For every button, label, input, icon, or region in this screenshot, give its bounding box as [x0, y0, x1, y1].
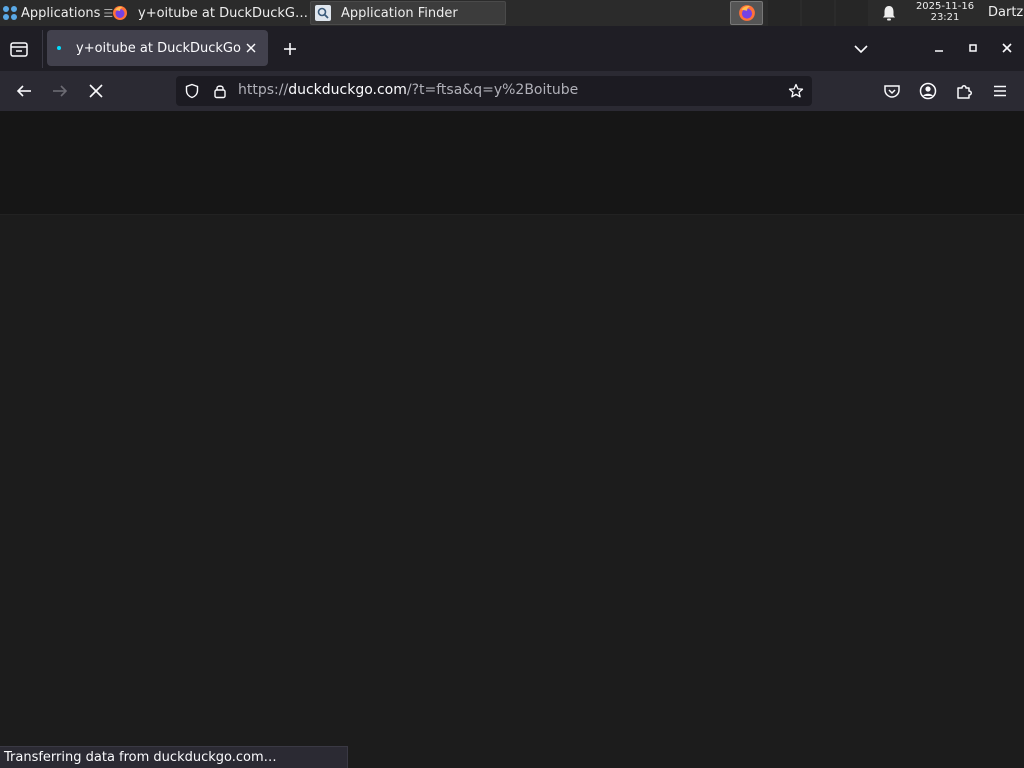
- url-host: duckduckgo.com: [288, 82, 407, 98]
- minimize-window-icon[interactable]: [932, 41, 946, 55]
- bookmark-star-icon[interactable]: [788, 83, 804, 99]
- url-path: /?t=ftsa&q=y%2Boitube: [406, 82, 579, 98]
- tab-divider: [42, 30, 43, 68]
- close-tab-icon[interactable]: [244, 41, 258, 55]
- pocket-icon[interactable]: [882, 81, 902, 101]
- taskbar-item-label: y+oitube at DuckDuckG…: [138, 5, 308, 21]
- applications-label: Applications: [21, 5, 101, 21]
- tab-title: y+oitube at DuckDuckGo: [76, 40, 241, 56]
- status-panel: Transferring data from duckduckgo.com…: [0, 746, 348, 768]
- hamburger-menu-icon[interactable]: [990, 81, 1010, 101]
- close-window-icon[interactable]: [1000, 41, 1014, 55]
- user-menu[interactable]: Dartz: [988, 5, 1023, 20]
- new-tab-icon[interactable]: [280, 39, 300, 59]
- tab-strip: y+oitube at DuckDuckGo: [0, 26, 1024, 71]
- page-content: [0, 111, 1024, 768]
- back-arrow-icon[interactable]: [14, 81, 34, 101]
- applications-menu[interactable]: Applications ☰: [0, 0, 113, 26]
- workspace-button[interactable]: [768, 0, 800, 26]
- navigation-toolbar: https://duckduckgo.com/?t=ftsa&q=y%2Boit…: [0, 71, 1024, 111]
- page-header-area: [0, 111, 1024, 215]
- stop-loading-icon[interactable]: [86, 81, 106, 101]
- taskbar-item-label: Application Finder: [341, 5, 458, 21]
- forward-arrow-icon: [50, 81, 70, 101]
- url-scheme: https://: [238, 82, 289, 98]
- xfce-logo-icon: [2, 5, 18, 21]
- address-bar[interactable]: https://duckduckgo.com/?t=ftsa&q=y%2Boit…: [176, 76, 812, 106]
- workspace-firefox-button[interactable]: [730, 1, 763, 25]
- clock-date: 2025-11-16: [915, 1, 975, 12]
- firefox-view-icon[interactable]: [8, 38, 30, 60]
- firefox-icon: [112, 5, 128, 21]
- lock-icon[interactable]: [212, 83, 228, 99]
- panel-clock[interactable]: 2025-11-16 23:21: [906, 1, 984, 23]
- list-all-tabs-chevron-down-icon[interactable]: [853, 41, 869, 57]
- workspace-button[interactable]: [802, 0, 834, 26]
- url-text[interactable]: https://duckduckgo.com/?t=ftsa&q=y%2Boit…: [238, 82, 578, 98]
- loading-indicator-icon: [57, 46, 61, 50]
- search-icon: [315, 5, 331, 21]
- taskbar-item-firefox[interactable]: y+oitube at DuckDuckG…: [108, 1, 308, 25]
- maximize-window-icon[interactable]: [966, 41, 980, 55]
- desktop-panel: Applications ☰ y+oitube at DuckDuckG… Ap…: [0, 0, 1024, 26]
- tab-active[interactable]: y+oitube at DuckDuckGo: [47, 30, 268, 66]
- status-text: Transferring data from duckduckgo.com…: [4, 750, 277, 765]
- account-avatar-icon[interactable]: [918, 81, 938, 101]
- notification-bell-icon[interactable]: [880, 4, 898, 22]
- workspace-button[interactable]: [836, 0, 868, 26]
- taskbar-item-app-finder[interactable]: Application Finder: [310, 1, 506, 25]
- tracking-protection-shield-icon[interactable]: [184, 83, 200, 99]
- extensions-puzzle-icon[interactable]: [954, 81, 974, 101]
- firefox-icon: [738, 4, 756, 22]
- clock-time: 23:21: [930, 12, 960, 23]
